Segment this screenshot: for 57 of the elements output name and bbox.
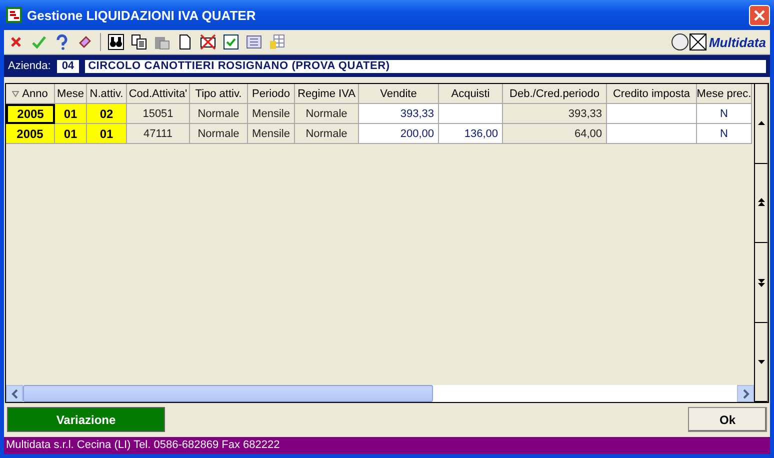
table-cell[interactable]: 01 <box>55 104 87 124</box>
checkbox-icon[interactable] <box>223 34 239 50</box>
binoculars-icon[interactable] <box>108 34 124 50</box>
chevron-left-icon <box>10 388 18 398</box>
table-cell[interactable]: 64,00 <box>503 124 607 144</box>
scroll-right-button[interactable] <box>737 385 754 402</box>
check-icon[interactable] <box>31 34 47 50</box>
table-cell[interactable]: 2005 <box>6 104 55 124</box>
scroll-down-button[interactable] <box>755 322 768 402</box>
azienda-name: CIRCOLO CANOTTIERI ROSIGNANO (PROVA QUATER) <box>85 60 766 72</box>
table-cell[interactable]: 136,00 <box>439 124 503 144</box>
table-cell[interactable]: N <box>697 124 752 144</box>
table-cell[interactable]: 393,33 <box>359 104 439 124</box>
table-cell[interactable]: 2005 <box>6 124 55 144</box>
window-title: Gestione LIQUIDAZIONI IVA QUATER <box>27 8 257 22</box>
page-down-button[interactable] <box>755 243 768 322</box>
double-triangle-up-icon <box>758 198 764 208</box>
table-cell[interactable] <box>439 104 503 124</box>
scrollbar-thumb[interactable] <box>23 385 433 402</box>
cancel-icon[interactable] <box>200 34 216 50</box>
triangle-up-icon <box>758 120 764 126</box>
table-cell[interactable]: 15051 <box>127 104 190 124</box>
table-cell[interactable]: Normale <box>295 104 359 124</box>
chevron-right-icon <box>742 388 750 398</box>
azienda-code: 04 <box>56 60 80 72</box>
table-icon[interactable] <box>269 34 285 50</box>
table-cell[interactable]: 47111 <box>127 124 190 144</box>
close-icon <box>753 8 766 22</box>
help-icon[interactable] <box>54 34 70 50</box>
brand-logo: Multidata <box>670 32 766 52</box>
copy-icon[interactable] <box>131 34 147 50</box>
triangle-down-icon <box>758 359 764 364</box>
table-cell[interactable] <box>607 124 697 144</box>
table-cell[interactable] <box>607 104 697 124</box>
table-cell[interactable]: 01 <box>87 124 127 144</box>
double-triangle-down-icon <box>758 278 764 287</box>
ok-button[interactable]: Ok <box>688 407 767 432</box>
table-cell[interactable]: Normale <box>295 124 359 144</box>
table-cell[interactable]: Normale <box>190 104 248 124</box>
status-bar: Multidata s.r.l. Cecina (LI) Tel. 0586-682869 Fax 682222 <box>4 437 770 454</box>
scroll-left-button[interactable] <box>6 385 23 402</box>
document-icon[interactable] <box>246 34 262 50</box>
page-up-button[interactable] <box>755 164 768 243</box>
close-button[interactable] <box>749 4 770 26</box>
paste-icon[interactable] <box>154 34 170 50</box>
table-cell[interactable]: 02 <box>87 104 127 124</box>
variazione-button[interactable]: Variazione <box>7 407 165 432</box>
app-icon <box>6 7 22 23</box>
table-cell[interactable]: 200,00 <box>359 124 439 144</box>
table-cell[interactable]: N <box>697 104 752 124</box>
azienda-label: Azienda: <box>8 60 51 72</box>
new-page-icon[interactable] <box>177 34 193 50</box>
table-cell[interactable]: 01 <box>55 124 87 144</box>
table-cell[interactable]: Normale <box>190 124 248 144</box>
table-cell[interactable]: Mensile <box>248 124 295 144</box>
table-cell[interactable]: 393,33 <box>503 104 607 124</box>
table-cell[interactable]: Mensile <box>248 104 295 124</box>
